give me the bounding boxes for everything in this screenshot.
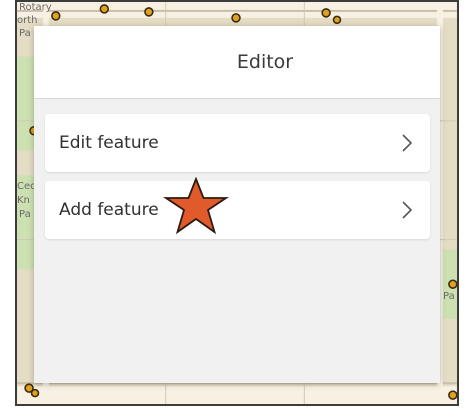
- chevron-right-icon: [402, 201, 413, 219]
- panel-title: Editor: [236, 51, 294, 73]
- edit-feature-label: Edit feature: [59, 133, 159, 153]
- editor-panel: Editor Edit feature Add feature: [34, 26, 440, 383]
- map-label: orth: [17, 15, 38, 26]
- add-feature-button[interactable]: Add feature: [45, 181, 430, 239]
- map-label: Kn: [17, 195, 30, 206]
- map-label: Cec: [17, 181, 36, 192]
- edit-feature-button[interactable]: Edit feature: [45, 114, 430, 172]
- map-label: Rotary: [19, 2, 52, 13]
- map-label: Pa: [19, 28, 31, 39]
- map-label: Pa: [443, 291, 455, 302]
- chevron-right-icon: [402, 134, 413, 152]
- star-icon: [163, 177, 229, 235]
- map-label: Pa: [19, 209, 31, 220]
- panel-header: Editor: [34, 26, 440, 99]
- add-feature-label: Add feature: [59, 200, 159, 220]
